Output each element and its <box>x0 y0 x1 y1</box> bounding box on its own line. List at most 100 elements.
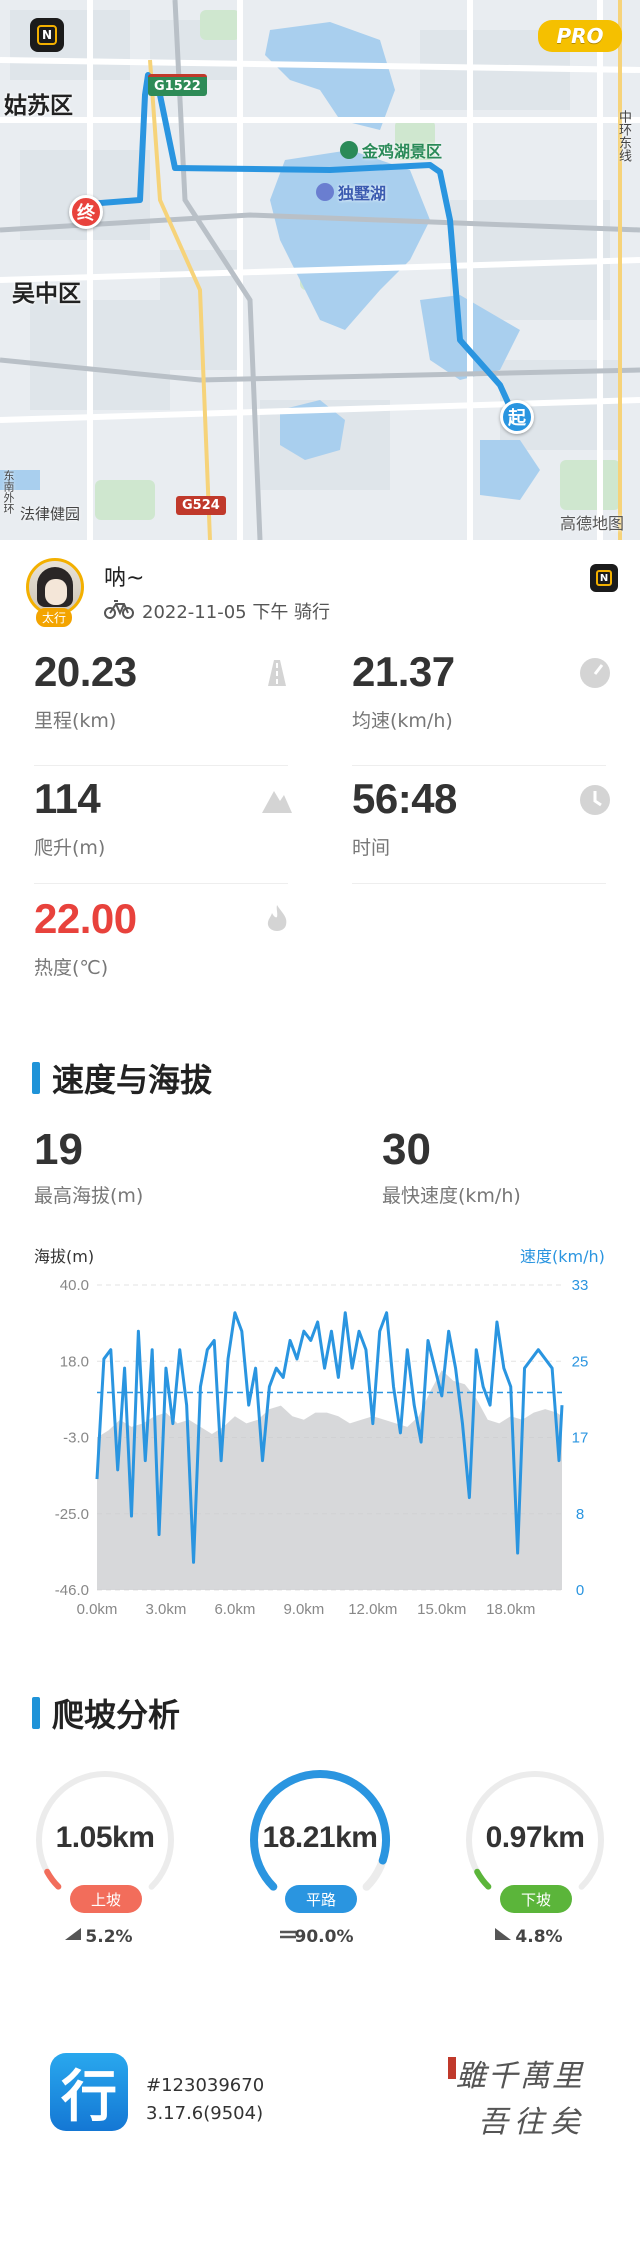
max-speed-label: 最快速度(km/h) <box>382 1185 521 1207</box>
section-accent-bar <box>32 1062 40 1094</box>
stat-divider <box>34 765 288 766</box>
x-tick-label: 15.0km <box>417 1601 466 1618</box>
downhill-slope-icon <box>495 1928 511 1940</box>
left-tick-label: -3.0 <box>63 1430 89 1447</box>
stat-avg-speed: 21.37 均速(km/h) <box>352 648 612 758</box>
calligraphy-signature: 雖千萬里 吾往矣 <box>448 2047 598 2143</box>
climb-section-header: 爬坡分析 <box>32 1690 180 1736</box>
flat-distance: 18.21km <box>262 1821 378 1854</box>
max-altitude-label: 最高海拔(m) <box>34 1185 144 1207</box>
x-tick-label: 0.0km <box>77 1601 118 1618</box>
scenic-icon <box>340 141 358 159</box>
speed-altitude-chart[interactable]: 海拔(m) 速度(km/h) 40.0 18.0 -3.0 -25.0 -46.0 33 2… <box>0 1235 640 1635</box>
stat-time-label: 时间 <box>352 837 391 859</box>
stat-climb-value: 114 <box>34 775 101 822</box>
lake-icon <box>316 183 334 201</box>
app-version: 3.17.6(9504) <box>146 2103 264 2124</box>
max-speed-value: 30 <box>382 1125 431 1174</box>
map-attribution: 高德地图 <box>560 514 625 533</box>
x-tick-label: 6.0km <box>214 1601 255 1618</box>
seal-stamp <box>448 2057 456 2079</box>
road-badge-g524: G524 <box>176 496 226 515</box>
left-tick-label: 40.0 <box>60 1277 89 1294</box>
left-tick-label: 18.0 <box>60 1353 89 1370</box>
poi-dushu-label: 独墅湖 <box>338 184 387 203</box>
flame-icon <box>267 905 287 931</box>
avatar-tag: 太行 <box>36 608 73 627</box>
x-tick-label: 18.0km <box>486 1601 535 1618</box>
calligraphy-line1: 雖千萬里 <box>456 2059 584 2094</box>
right-tick-label: 33 <box>572 1277 589 1294</box>
stat-avg-speed-value: 21.37 <box>352 648 455 695</box>
mountain-icon <box>262 791 292 813</box>
bike-icon <box>104 600 134 619</box>
clock-icon <box>580 785 610 815</box>
right-tick-label: 8 <box>576 1506 584 1523</box>
max-altitude-value: 19 <box>34 1125 83 1174</box>
stat-time-value: 56:48 <box>352 775 457 822</box>
route-map[interactable]: N PRO 姑苏区 吴中区 金鸡湖景区 独墅湖 中环东线 东南外环 法律健园 G… <box>0 0 640 540</box>
section-accent-bar <box>32 1697 40 1729</box>
user-name[interactable]: 呐~ <box>104 560 144 592</box>
calligraphy-line2: 吾往矣 <box>478 2105 586 2140</box>
user-row: 太行 呐~ 2022-11-05 下午 骑行 N <box>0 550 640 640</box>
road-badge-g1522: G1522 <box>148 74 207 96</box>
end-marker[interactable]: 终 <box>69 195 103 229</box>
left-tick-label: -46.0 <box>55 1582 89 1599</box>
stat-calories-value: 22.00 <box>34 895 137 942</box>
flat-pill: 平路 <box>285 1885 357 1913</box>
stat-distance: 20.23 里程(km) <box>34 648 294 758</box>
x-tick-label: 3.0km <box>146 1601 187 1618</box>
right-tick-label: 17 <box>572 1430 589 1447</box>
x-tick-label: 9.0km <box>283 1601 324 1618</box>
right-tick-label: 0 <box>576 1582 584 1599</box>
uphill-pill: 上坡 <box>70 1885 142 1913</box>
stat-climb: 114 爬升(m) <box>34 775 294 885</box>
map-label-wuzhong: 吴中区 <box>12 281 81 307</box>
app-badge-small-icon[interactable]: N <box>590 564 618 592</box>
left-tick-label: -25.0 <box>55 1506 89 1523</box>
ride-meta: 2022-11-05 下午 骑行 <box>142 602 331 623</box>
altitude-area <box>97 1370 562 1590</box>
uphill-distance: 1.05km <box>55 1821 155 1854</box>
x-tick-label: 12.0km <box>348 1601 397 1618</box>
chart-svg: 40.0 18.0 -3.0 -25.0 -46.0 33 25 17 8 0 0.0km 3.0km… <box>55 1277 589 1618</box>
record-id: #123039670 <box>146 2075 265 2096</box>
stat-distance-label: 里程(km) <box>34 710 117 732</box>
uphill-pct-row: 5.2% <box>64 1927 154 1947</box>
avatar-face <box>45 579 67 605</box>
flat-road-icon <box>280 1930 296 1939</box>
app-logo: 行 <box>50 2053 128 2131</box>
map-canvas <box>0 0 640 540</box>
downhill-pct: 4.8% <box>515 1927 563 1947</box>
speedometer-icon <box>580 658 610 688</box>
right-tick-label: 25 <box>572 1353 589 1370</box>
map-label-zhonghuan: 中环东线 <box>616 110 631 162</box>
max-altitude-metric: 19 最高海拔(m) <box>34 1125 143 1208</box>
stat-distance-value: 20.23 <box>34 648 137 695</box>
stat-climb-label: 爬升(m) <box>34 837 106 859</box>
map-label-law: 法律健园 <box>20 505 81 523</box>
downhill-distance: 0.97km <box>485 1821 585 1854</box>
uphill-ring: 1.05km 上坡 5.2% <box>30 1765 190 1965</box>
map-label-gusu: 姑苏区 <box>4 93 73 119</box>
uphill-pct: 5.2% <box>85 1927 133 1947</box>
downhill-ring: 0.97km 下坡 4.8% <box>460 1765 620 1965</box>
stat-divider <box>352 765 606 766</box>
start-marker[interactable]: 起 <box>500 400 534 434</box>
stat-time: 56:48 时间 <box>352 775 612 885</box>
footer: 行 #123039670 3.17.6(9504) 雖千萬里 吾往矣 <box>0 2035 640 2175</box>
stat-calories: 22.00 热度(℃) <box>34 895 294 1005</box>
speed-section-title: 速度与海拔 <box>52 1061 213 1099</box>
map-label-left-edge: 东南外环 <box>2 470 15 514</box>
uphill-slope-icon <box>65 1928 81 1940</box>
max-speed-metric: 30 最快速度(km/h) <box>382 1125 521 1208</box>
stat-divider <box>352 883 606 884</box>
flat-ring: 18.21km 平路 90.0% <box>245 1765 405 1965</box>
flat-pct: 90.0% <box>294 1927 354 1947</box>
app-badge-icon[interactable]: N <box>30 18 64 52</box>
pro-badge[interactable]: PRO <box>538 20 622 52</box>
stat-calories-label: 热度(℃) <box>34 957 109 979</box>
climb-section-title: 爬坡分析 <box>52 1696 181 1734</box>
speed-section-header: 速度与海拔 <box>32 1055 212 1101</box>
